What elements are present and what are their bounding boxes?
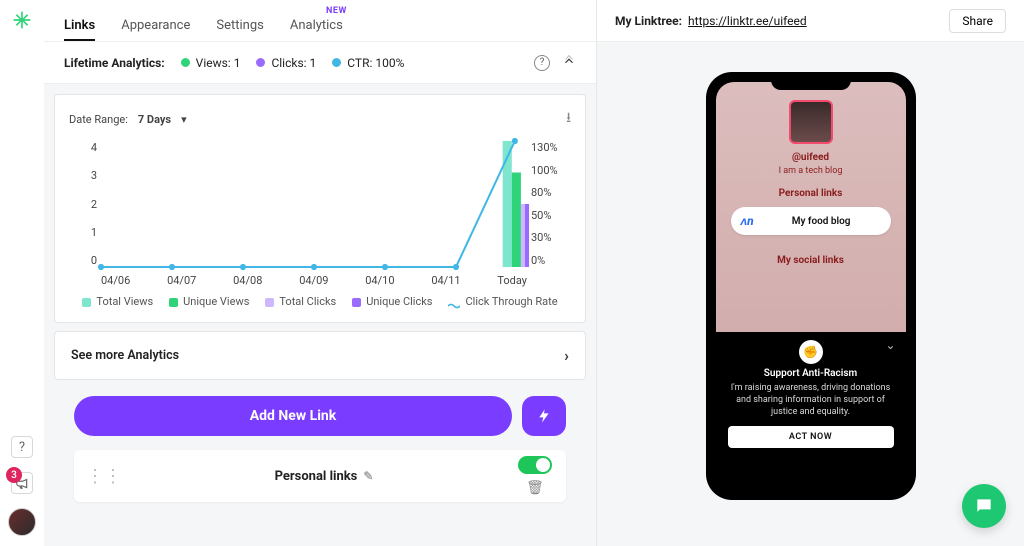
profile-handle: @uifeed [792,152,829,163]
ctr-dot-icon [332,58,341,67]
banner-desc: I'm raising awareness, driving donations… [728,382,894,418]
analytics-help-icon[interactable]: ? [534,55,550,71]
date-range-value[interactable]: 7 Days [138,113,171,126]
chevron-right-icon: › [564,346,569,365]
mylinktree-label: My Linktree: [615,14,682,28]
banner-emblem-icon: ✊ [799,340,823,364]
chat-fab[interactable] [962,484,1006,528]
ctr-stat: CTR: 100% [347,56,404,70]
new-tag: NEW [326,6,347,16]
collapse-analytics-icon[interactable] [562,54,576,71]
preview-panel: My Linktree: https://linktr.ee/uifeed Sh… [596,0,1024,546]
banner-collapse-icon[interactable]: ⌄ [885,338,895,352]
banner-title: Support Anti-Racism [728,368,894,379]
preview-header: My Linktree: https://linktr.ee/uifeed Sh… [597,0,1024,42]
link-favicon-icon: ʌn [741,214,754,228]
date-range-label: Date Range: [69,113,128,126]
profile-tagline: I am a tech blog [779,166,843,176]
phone-preview: @uifeed I am a tech blog Personal links … [706,72,916,500]
chart-area: 4 3 2 1 0 130% 100% 80% 50% 30% 0% [69,137,571,287]
bolt-icon [536,406,552,426]
main-panel: Links Appearance Settings NEW Analytics … [44,0,596,546]
tab-analytics[interactable]: NEW Analytics [290,18,343,41]
mylinktree-url[interactable]: https://linktr.ee/uifeed [688,14,807,28]
y-axis-left: 4 3 2 1 0 [69,141,97,267]
edit-title-icon[interactable]: ✎ [363,469,373,483]
tab-settings[interactable]: Settings [216,18,263,41]
link-enabled-toggle[interactable] [518,456,552,474]
announcements-icon[interactable]: 3 [11,472,33,494]
chart-plot [101,141,527,267]
banner-cta-button[interactable]: ACT NOW [728,426,894,448]
profile-avatar [789,100,833,144]
user-avatar[interactable] [8,508,36,536]
left-rail: ? 3 [0,0,44,546]
views-stat: Views: 1 [196,56,241,70]
share-button[interactable]: Share [949,9,1006,33]
section-social-links: My social links [777,255,844,266]
chart-card: Date Range: 7 Days ▾ ⭳ 4 3 2 1 0 130% 10… [54,94,586,323]
help-icon[interactable]: ? [11,436,33,458]
preview-link-foodblog[interactable]: ʌn My food blog [731,207,891,235]
x-axis-labels: 04/06 04/07 04/08 04/09 04/10 04/11 Toda… [101,274,527,287]
quick-add-button[interactable] [522,396,566,436]
download-icon[interactable]: ⭳ [566,107,571,131]
add-new-link-button[interactable]: Add New Link [74,396,512,436]
clicks-dot-icon [256,58,265,67]
link-card-personal: ⋮⋮ Personal links ✎ 🗑 [74,450,566,502]
delete-link-icon[interactable]: 🗑 [526,480,544,496]
chat-icon [974,496,994,516]
see-more-analytics[interactable]: See more Analytics › [54,331,586,380]
link-card-title[interactable]: Personal links [275,469,358,484]
date-range-chevron-icon[interactable]: ▾ [181,113,187,126]
drag-handle-icon[interactable]: ⋮⋮ [78,466,130,487]
y-axis-right: 130% 100% 80% 50% 30% 0% [531,141,571,267]
tab-links[interactable]: Links [64,18,95,41]
main-tabs: Links Appearance Settings NEW Analytics [44,0,596,42]
clicks-stat: Clicks: 1 [271,56,316,70]
announcements-badge: 3 [6,467,22,483]
chart-legend: Total Views Unique Views Total Clicks Un… [69,295,571,308]
tab-appearance[interactable]: Appearance [121,18,190,41]
lifetime-analytics-bar: Lifetime Analytics: Views: 1 Clicks: 1 C… [44,42,596,84]
linktree-logo-icon [12,10,32,33]
section-personal-links: Personal links [779,188,843,199]
lifetime-analytics-label: Lifetime Analytics: [64,56,165,70]
views-dot-icon [181,58,190,67]
phone-notch [771,72,851,90]
